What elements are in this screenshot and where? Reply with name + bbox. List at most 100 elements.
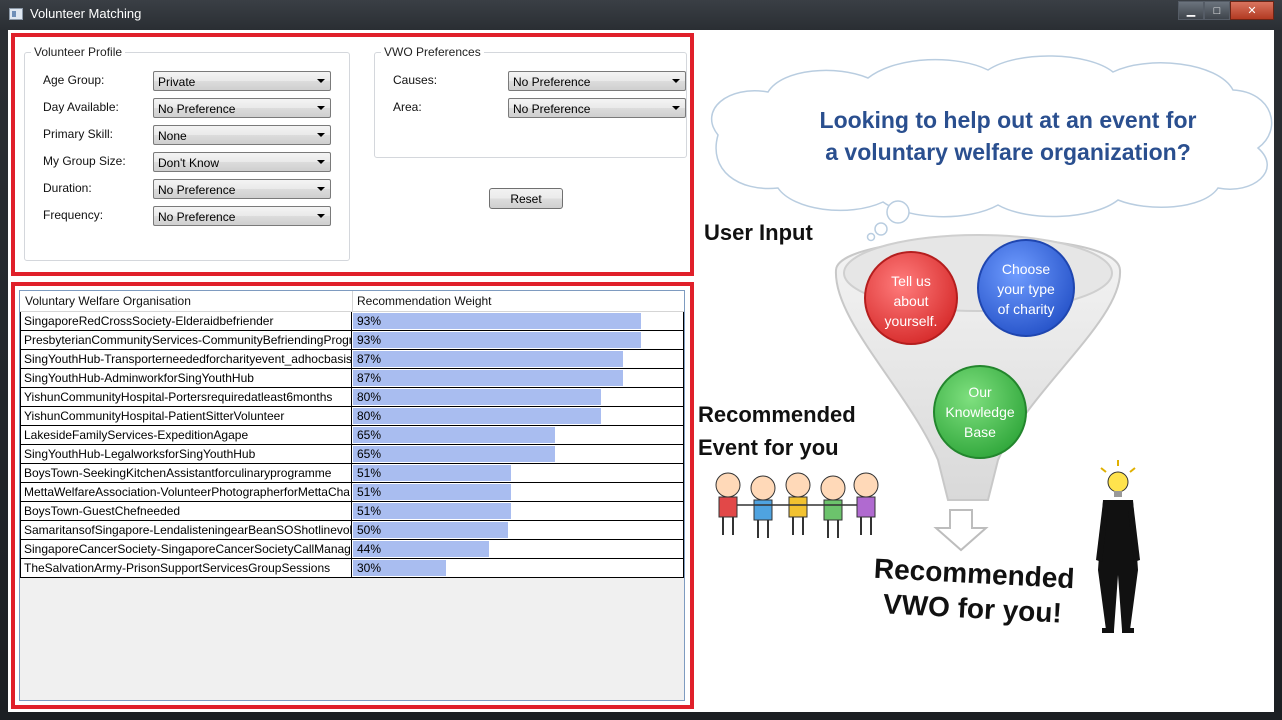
- primary-skill-row: Primary Skill: None: [43, 125, 343, 145]
- window-controls: ▁ □ ✕: [1178, 1, 1274, 20]
- table-row[interactable]: SingaporeCancerSociety-SingaporeCancerSo…: [20, 540, 684, 559]
- weight-label: 87%: [357, 371, 382, 385]
- column-header-weight[interactable]: Recommendation Weight: [357, 294, 492, 308]
- results-panel: Voluntary Welfare Organisation Recommend…: [11, 282, 694, 709]
- table-row[interactable]: SingYouthHub-AdminworkforSingYouthHub 87%: [20, 369, 684, 388]
- area-select[interactable]: No Preference: [508, 98, 686, 118]
- organisation-cell[interactable]: PresbyterianCommunityServices-CommunityB…: [20, 331, 352, 349]
- chevron-down-icon: [317, 214, 325, 218]
- organisation-cell[interactable]: SingaporeRedCrossSociety-Elderaidbefrien…: [20, 312, 352, 330]
- day-available-select[interactable]: No Preference: [153, 98, 331, 118]
- grid-header: Voluntary Welfare Organisation Recommend…: [20, 291, 684, 312]
- recommended-event-line-1: Recommended: [698, 402, 856, 427]
- organisation-name: SingaporeRedCrossSociety-Elderaidbefrien…: [24, 314, 274, 328]
- weight-cell[interactable]: 93%: [352, 312, 684, 330]
- weight-cell[interactable]: 87%: [352, 369, 684, 387]
- weight-label: 50%: [357, 523, 382, 537]
- weight-bar: [353, 313, 641, 329]
- organisation-cell[interactable]: YishunCommunityHospital-PatientSitterVol…: [20, 407, 352, 425]
- minimize-button[interactable]: ▁: [1178, 1, 1204, 20]
- weight-label: 51%: [357, 485, 382, 499]
- table-row[interactable]: LakesideFamilyServices-ExpeditionAgape 65…: [20, 426, 684, 445]
- weight-label: 44%: [357, 542, 382, 556]
- weight-label: 65%: [357, 428, 382, 442]
- age-group-select[interactable]: Private: [153, 71, 331, 91]
- maximize-button[interactable]: □: [1204, 1, 1230, 20]
- table-row[interactable]: BoysTown-GuestChefneeded 51%: [20, 502, 684, 521]
- blue-bubble: Choose your type of charity: [977, 239, 1075, 337]
- column-header-organisation[interactable]: Voluntary Welfare Organisation: [25, 294, 191, 308]
- weight-cell[interactable]: 51%: [352, 483, 684, 501]
- organisation-cell[interactable]: LakesideFamilyServices-ExpeditionAgape: [20, 426, 352, 444]
- organisation-cell[interactable]: YishunCommunityHospital-Portersrequireda…: [20, 388, 352, 406]
- organisation-cell[interactable]: BoysTown-SeekingKitchenAssistantforculin…: [20, 464, 352, 482]
- input-panel: Volunteer Profile Age Group: Private Day…: [11, 33, 694, 276]
- weight-label: 93%: [357, 314, 382, 328]
- weight-cell[interactable]: 44%: [352, 540, 684, 558]
- primary-skill-select[interactable]: None: [153, 125, 331, 145]
- primary-skill-label: Primary Skill:: [43, 127, 114, 141]
- column-separator[interactable]: [352, 291, 353, 311]
- weight-cell[interactable]: 65%: [352, 426, 684, 444]
- weight-cell[interactable]: 65%: [352, 445, 684, 463]
- green-bubble-line-3: Base: [964, 424, 996, 440]
- organisation-cell[interactable]: SingaporeCancerSociety-SingaporeCancerSo…: [20, 540, 352, 558]
- close-button[interactable]: ✕: [1230, 1, 1274, 20]
- table-row[interactable]: SingYouthHub-LegalworksforSingYouthHub 65…: [20, 445, 684, 464]
- weight-cell[interactable]: 80%: [352, 388, 684, 406]
- table-row[interactable]: SingaporeRedCrossSociety-Elderaidbefrien…: [20, 312, 684, 331]
- table-row[interactable]: SamaritansofSingapore-LendalisteningearB…: [20, 521, 684, 540]
- blue-bubble-line-3: of charity: [998, 301, 1055, 317]
- organisation-cell[interactable]: BoysTown-GuestChefneeded: [20, 502, 352, 520]
- causes-label: Causes:: [393, 73, 438, 87]
- organisation-cell[interactable]: TheSalvationArmy-PrisonSupportServicesGr…: [20, 559, 352, 577]
- table-row[interactable]: PresbyterianCommunityServices-CommunityB…: [20, 331, 684, 350]
- group-size-label: My Group Size:: [43, 154, 126, 168]
- causes-select[interactable]: No Preference: [508, 71, 686, 91]
- organisation-cell[interactable]: MettaWelfareAssociation-VolunteerPhotogr…: [20, 483, 352, 501]
- recommended-event-heading: Recommended Event for you: [698, 398, 856, 464]
- app-window-icon: [9, 8, 23, 20]
- organisation-name: YishunCommunityHospital-Portersrequireda…: [24, 390, 333, 404]
- weight-cell[interactable]: 80%: [352, 407, 684, 425]
- organisation-cell[interactable]: SingYouthHub-AdminworkforSingYouthHub: [20, 369, 352, 387]
- chevron-down-icon: [317, 160, 325, 164]
- weight-cell[interactable]: 87%: [352, 350, 684, 368]
- table-row[interactable]: TheSalvationArmy-PrisonSupportServicesGr…: [20, 559, 684, 578]
- infographic-panel: Looking to help out at an event for a vo…: [698, 30, 1274, 712]
- weight-cell[interactable]: 30%: [352, 559, 684, 577]
- organisation-cell[interactable]: SamaritansofSingapore-LendalisteningearB…: [20, 521, 352, 539]
- weight-cell[interactable]: 51%: [352, 464, 684, 482]
- group-size-select[interactable]: Don't Know: [153, 152, 331, 172]
- duration-select[interactable]: No Preference: [153, 179, 331, 199]
- reset-button[interactable]: Reset: [489, 188, 563, 209]
- weight-bar: [353, 332, 641, 348]
- primary-skill-value: None: [158, 129, 187, 143]
- weight-cell[interactable]: 93%: [352, 331, 684, 349]
- organisation-name: SingaporeCancerSociety-SingaporeCancerSo…: [24, 542, 352, 556]
- table-row[interactable]: BoysTown-SeekingKitchenAssistantforculin…: [20, 464, 684, 483]
- organisation-name: SamaritansofSingapore-LendalisteningearB…: [24, 523, 352, 537]
- table-row[interactable]: YishunCommunityHospital-Portersrequireda…: [20, 388, 684, 407]
- weight-bar: [353, 408, 601, 424]
- frequency-select[interactable]: No Preference: [153, 206, 331, 226]
- volunteer-profile-legend: Volunteer Profile: [31, 45, 126, 59]
- table-row[interactable]: SingYouthHub-Transporterneededforcharity…: [20, 350, 684, 369]
- chevron-down-icon: [672, 106, 680, 110]
- weight-cell[interactable]: 50%: [352, 521, 684, 539]
- green-bubble: Our Knowledge Base: [933, 365, 1027, 459]
- organisation-cell[interactable]: SingYouthHub-Transporterneededforcharity…: [20, 350, 352, 368]
- table-row[interactable]: MettaWelfareAssociation-VolunteerPhotogr…: [20, 483, 684, 502]
- weight-label: 87%: [357, 352, 382, 366]
- frequency-row: Frequency: No Preference: [43, 206, 343, 226]
- organisation-cell[interactable]: SingYouthHub-LegalworksforSingYouthHub: [20, 445, 352, 463]
- duration-value: No Preference: [158, 183, 236, 197]
- weight-label: 51%: [357, 504, 382, 518]
- title-bar[interactable]: Volunteer Matching ▁ □ ✕: [0, 0, 1282, 30]
- weight-cell[interactable]: 51%: [352, 502, 684, 520]
- age-group-label: Age Group:: [43, 73, 105, 87]
- table-row[interactable]: YishunCommunityHospital-PatientSitterVol…: [20, 407, 684, 426]
- weight-bar: [353, 446, 555, 462]
- recommendation-grid[interactable]: Voluntary Welfare Organisation Recommend…: [19, 290, 685, 701]
- blue-bubble-line-2: your type: [997, 281, 1055, 297]
